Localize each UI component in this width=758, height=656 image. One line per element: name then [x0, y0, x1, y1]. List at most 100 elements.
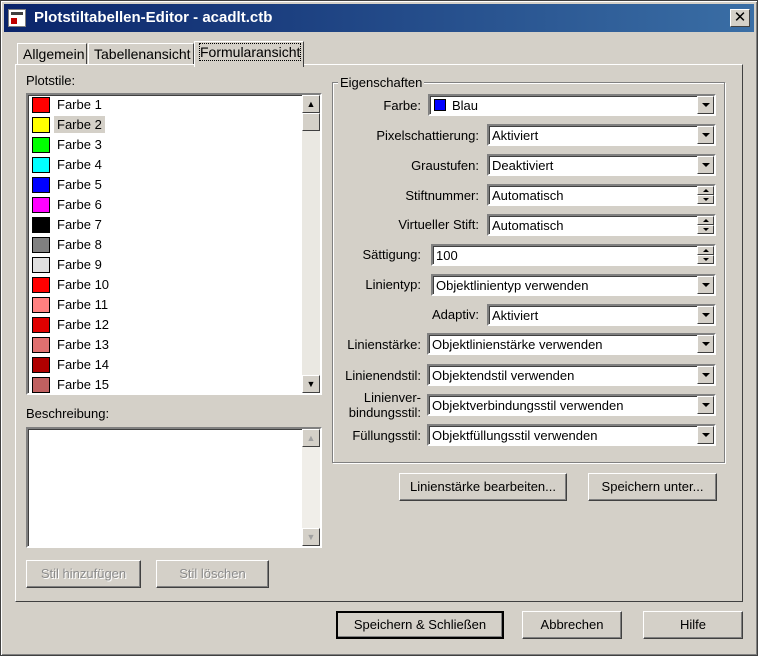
color-label: Farbe: [383, 98, 421, 113]
color-swatch [32, 257, 50, 273]
add-style-button[interactable]: Stil hinzufügen [26, 560, 141, 588]
close-button[interactable]: ✕ [730, 9, 750, 27]
list-item[interactable]: Farbe 15 [30, 375, 300, 393]
save-as-button[interactable]: Speichern unter... [588, 473, 717, 501]
list-item[interactable]: Farbe 9 [30, 255, 300, 275]
plot-styles-list[interactable]: Farbe 1 Farbe 2 Farbe 3 Farbe 4 Farbe 5 Farbe… [26, 93, 322, 395]
description-textarea[interactable]: ▲ ▼ [26, 427, 322, 548]
delete-style-button[interactable]: Stil löschen [156, 560, 269, 588]
chevron-down-icon[interactable] [697, 276, 714, 294]
color-swatch [32, 157, 50, 173]
color-swatch [32, 137, 50, 153]
color-swatch [32, 377, 50, 393]
color-swatch [32, 297, 50, 313]
grayscale-dropdown[interactable]: Deaktiviert [487, 154, 716, 176]
app-icon [8, 9, 26, 27]
cancel-button[interactable]: Abbrechen [522, 611, 622, 639]
color-swatch [32, 317, 50, 333]
edit-lineweights-button[interactable]: Linienstärke bearbeiten... [399, 473, 567, 501]
list-item-label: Farbe 13 [57, 337, 110, 352]
screening-spinner[interactable]: 100 [431, 244, 716, 266]
plot-style-editor-window: Plotstiltabellen-Editor - acadlt.ctb ✕ A… [0, 0, 758, 656]
tab-general[interactable]: Allgemein [17, 43, 87, 65]
chevron-down-icon[interactable] [697, 306, 714, 324]
screening-label: Sättigung: [362, 247, 421, 262]
list-item-label: Farbe 7 [57, 217, 102, 232]
list-item-label: Farbe 3 [57, 137, 102, 152]
list-item[interactable]: Farbe 10 [30, 275, 300, 295]
list-item[interactable]: Farbe 1 [30, 95, 300, 115]
linetype-dropdown[interactable]: Objektlinientyp verwenden [431, 274, 716, 296]
color-swatch [32, 357, 50, 373]
list-item-label: Farbe 5 [57, 177, 102, 192]
list-item-label: Farbe 9 [57, 257, 102, 272]
list-item[interactable]: Farbe 5 [30, 175, 300, 195]
grayscale-label: Graustufen: [411, 158, 479, 173]
list-item[interactable]: Farbe 2 [30, 115, 300, 135]
color-swatch [32, 177, 50, 193]
chevron-down-icon[interactable] [697, 426, 714, 444]
color-dropdown[interactable]: Blau [428, 94, 716, 116]
line-join-label-1: Linienver- [363, 390, 421, 405]
description-scroll-up: ▲ [302, 429, 320, 447]
properties-group-title: Eigenschaften [338, 75, 425, 90]
pen-number-spinner[interactable]: Automatisch [487, 184, 716, 206]
list-item-label: Farbe 10 [57, 277, 110, 292]
color-swatch [32, 217, 50, 233]
list-item[interactable]: Farbe 8 [30, 235, 300, 255]
list-item[interactable]: Farbe 4 [30, 155, 300, 175]
color-swatch [32, 97, 50, 113]
dithering-label: Pixelschattierung: [376, 128, 479, 143]
screening-stepper[interactable] [697, 246, 714, 264]
color-swatch [32, 337, 50, 353]
plot-styles-scrollbar[interactable]: ▲ ▼ [302, 95, 320, 393]
title-bar[interactable]: Plotstiltabellen-Editor - acadlt.ctb ✕ [4, 4, 754, 32]
scroll-up-button[interactable]: ▲ [302, 95, 320, 113]
list-item-label: Farbe 1 [57, 97, 102, 112]
list-item[interactable]: Farbe 3 [30, 135, 300, 155]
color-swatch [32, 117, 50, 133]
list-item[interactable]: Farbe 13 [30, 335, 300, 355]
window-title: Plotstiltabellen-Editor - acadlt.ctb [34, 9, 273, 26]
list-item-label: Farbe 8 [57, 237, 102, 252]
fill-style-dropdown[interactable]: Objektfüllungsstil verwenden [427, 424, 716, 446]
lineweight-dropdown[interactable]: Objektlinienstärke verwenden [427, 333, 716, 355]
list-item-label: Farbe 11 [57, 297, 109, 312]
save-close-button[interactable]: Speichern & Schließen [336, 611, 504, 639]
list-item-label: Farbe 14 [57, 357, 110, 372]
list-item[interactable]: Farbe 6 [30, 195, 300, 215]
list-item[interactable]: Farbe 12 [30, 315, 300, 335]
line-join-dropdown[interactable]: Objektverbindungsstil verwenden [427, 394, 716, 416]
adaptive-dropdown[interactable]: Aktiviert [487, 304, 716, 326]
chevron-down-icon[interactable] [697, 335, 714, 353]
color-swatch [32, 277, 50, 293]
pen-number-stepper[interactable] [697, 186, 714, 204]
tab-table-view[interactable]: Tabellenansicht [88, 43, 194, 65]
chevron-down-icon[interactable] [697, 156, 714, 174]
adaptive-label: Adaptiv: [432, 307, 479, 322]
line-end-dropdown[interactable]: Objektendstil verwenden [427, 364, 716, 386]
lineweight-label: Linienstärke: [347, 337, 421, 352]
pen-number-label: Stiftnummer: [405, 188, 479, 203]
line-end-label: Linienendstil: [345, 368, 421, 383]
plot-styles-label: Plotstile: [26, 73, 76, 88]
help-button[interactable]: Hilfe [643, 611, 743, 639]
chevron-down-icon[interactable] [697, 366, 714, 384]
list-item[interactable]: Farbe 7 [30, 215, 300, 235]
list-item[interactable]: Farbe 11 [30, 295, 300, 315]
virtual-pen-spinner[interactable]: Automatisch [487, 214, 716, 236]
dithering-dropdown[interactable]: Aktiviert [487, 124, 716, 146]
virtual-pen-label: Virtueller Stift: [398, 217, 479, 232]
list-item[interactable]: Farbe 14 [30, 355, 300, 375]
scroll-down-button[interactable]: ▼ [302, 375, 320, 393]
tab-form-view[interactable]: Formularansicht [194, 41, 304, 67]
linetype-label: Linientyp: [365, 277, 421, 292]
chevron-down-icon[interactable] [697, 96, 714, 114]
description-scrollbar: ▲ ▼ [302, 429, 320, 546]
scroll-thumb[interactable] [302, 113, 320, 131]
chevron-down-icon[interactable] [697, 396, 714, 414]
chevron-down-icon[interactable] [697, 126, 714, 144]
list-item-label: Farbe 12 [57, 317, 110, 332]
virtual-pen-stepper[interactable] [697, 216, 714, 234]
list-item-label: Farbe 15 [57, 377, 110, 392]
